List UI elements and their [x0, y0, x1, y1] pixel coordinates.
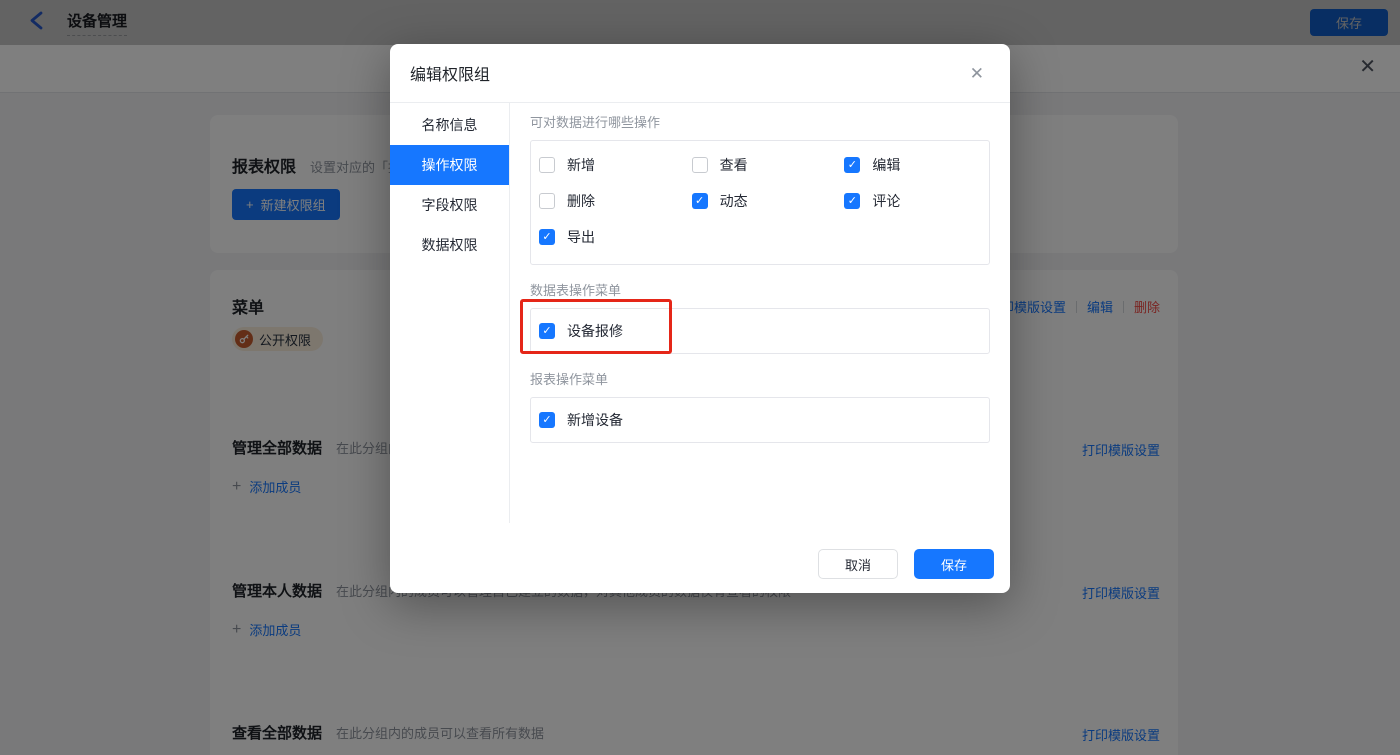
- modal-tab-list: 名称信息 操作权限 字段权限 数据权限: [390, 103, 510, 523]
- modal-close-icon[interactable]: ✕: [970, 65, 984, 82]
- modal-header: 编辑权限组 ✕: [390, 44, 1010, 103]
- tab-name-info[interactable]: 名称信息: [390, 105, 509, 145]
- tab-data-permission[interactable]: 数据权限: [390, 225, 509, 265]
- checkbox-view[interactable]: 查看: [684, 147, 837, 183]
- checkbox-device-repair[interactable]: 设备报修: [531, 309, 989, 353]
- checkbox-icon: [539, 157, 555, 173]
- table-menu-label: 数据表操作菜单: [530, 280, 990, 299]
- checkbox-icon: [539, 229, 555, 245]
- checkbox-icon: [539, 323, 555, 339]
- ops-label: 可对数据进行哪些操作: [530, 112, 990, 131]
- checkbox-delete[interactable]: 删除: [531, 183, 684, 219]
- edit-permission-group-modal: 编辑权限组 ✕ 名称信息 操作权限 字段权限 数据权限 可对数据进行哪些操作 新…: [390, 44, 1010, 593]
- checkbox-add[interactable]: 新增: [531, 147, 684, 183]
- modal-title: 编辑权限组: [410, 61, 490, 85]
- checkbox-icon: [844, 193, 860, 209]
- checkbox-activity[interactable]: 动态: [684, 183, 837, 219]
- checkbox-icon: [539, 193, 555, 209]
- checkbox-icon: [692, 193, 708, 209]
- tab-operation-permission[interactable]: 操作权限: [390, 145, 509, 185]
- checkbox-icon: [539, 412, 555, 428]
- checkbox-icon: [692, 157, 708, 173]
- modal-footer: 取消 保存: [818, 549, 994, 579]
- checkbox-icon: [844, 157, 860, 173]
- checkbox-comment[interactable]: 评论: [836, 183, 989, 219]
- screen: 设备管理 保存 ✕ 报表权限 设置对应的「报表」的权限 + 新建权限组 菜单 打…: [0, 0, 1400, 755]
- ops-checkbox-group: 新增 查看 编辑 删除: [530, 140, 990, 265]
- report-menu-label: 报表操作菜单: [530, 369, 990, 388]
- checkbox-add-device[interactable]: 新增设备: [531, 398, 989, 442]
- tab-field-permission[interactable]: 字段权限: [390, 185, 509, 225]
- table-menu-checkbox-group: 设备报修: [530, 308, 990, 354]
- modal-panel: 可对数据进行哪些操作 新增 查看 编辑: [510, 103, 1010, 523]
- checkbox-edit[interactable]: 编辑: [836, 147, 989, 183]
- save-button[interactable]: 保存: [914, 549, 994, 579]
- cancel-button[interactable]: 取消: [818, 549, 898, 579]
- checkbox-export[interactable]: 导出: [531, 219, 684, 255]
- report-menu-checkbox-group: 新增设备: [530, 397, 990, 443]
